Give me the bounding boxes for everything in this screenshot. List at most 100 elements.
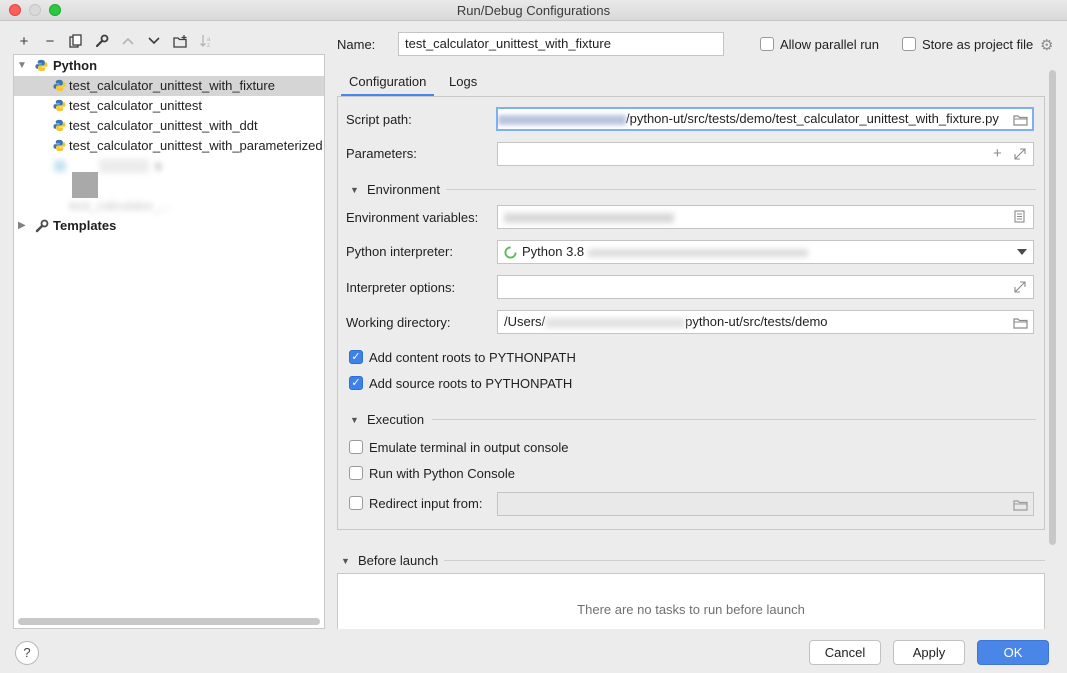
redirect-input-label: Redirect input from:	[369, 496, 483, 511]
folder-icon[interactable]	[1013, 317, 1028, 329]
title-bar: Run/Debug Configurations	[0, 0, 1067, 21]
section-divider	[432, 419, 1036, 420]
parameters-label: Parameters:	[346, 146, 417, 161]
window-title: Run/Debug Configurations	[456, 3, 611, 18]
collapse-arrow-icon[interactable]: ▼	[350, 415, 359, 425]
run-with-console-label: Run with Python Console	[369, 466, 515, 481]
add-icon[interactable]: +	[14, 31, 34, 51]
working-dir-prefix: /Users/	[504, 314, 546, 329]
minimize-window-button[interactable]	[29, 4, 41, 16]
move-down-icon[interactable]	[144, 31, 164, 51]
tab-logs[interactable]: Logs	[441, 72, 485, 97]
loading-spinner-icon	[504, 246, 517, 259]
move-up-icon[interactable]	[118, 31, 138, 51]
close-window-button[interactable]	[9, 4, 21, 16]
add-source-roots-label: Add source roots to PYTHONPATH	[369, 376, 573, 391]
horizontal-scrollbar[interactable]	[18, 618, 320, 625]
execution-section-title[interactable]: Execution	[367, 412, 424, 427]
tree-item-label: test_calculator_unittest_with_ddt	[69, 118, 258, 133]
tree-item-label: test_calculator_unittest_with_parameteri…	[69, 138, 323, 153]
allow-parallel-label: Allow parallel run	[780, 37, 879, 52]
add-source-roots-checkbox[interactable]: ✓	[349, 376, 363, 390]
python-icon	[53, 139, 66, 152]
tree-group-label: Templates	[53, 218, 117, 233]
env-vars-label: Environment variables:	[346, 210, 479, 225]
tab-configuration[interactable]: Configuration	[341, 72, 435, 97]
sort-icon[interactable]: az	[196, 31, 216, 51]
remove-icon[interactable]: −	[40, 31, 60, 51]
interpreter-options-label: Interpreter options:	[346, 280, 456, 295]
ok-button[interactable]: OK	[977, 640, 1049, 665]
add-content-roots-checkbox[interactable]: ✓	[349, 350, 363, 364]
interpreter-value: Python 3.8	[522, 244, 585, 259]
working-dir-input[interactable]: /Users/python-ut/src/tests/demo	[497, 310, 1034, 334]
tree-group-label: Python	[53, 58, 98, 73]
zoom-window-button[interactable]	[49, 4, 61, 16]
folder-icon[interactable]	[1013, 114, 1028, 126]
redacted-block	[99, 159, 149, 173]
env-vars-input[interactable]	[497, 205, 1034, 229]
run-debug-configurations-window: Run/Debug Configurations + − az ▼ Python	[0, 0, 1067, 673]
wrench-icon	[35, 219, 49, 233]
environment-section-title[interactable]: Environment	[367, 182, 440, 197]
vertical-scrollbar[interactable]	[1049, 70, 1056, 545]
tree-group-templates[interactable]: ▶ Templates	[14, 216, 324, 236]
tree-item-redacted[interactable]: test_calculator_...	[14, 196, 324, 216]
empty-tasks-text: There are no tasks to run before launch	[577, 602, 805, 617]
name-input[interactable]: test_calculator_unittest_with_fixture	[398, 32, 724, 56]
python-icon	[53, 119, 66, 132]
tree-item-config[interactable]: test_calculator_unittest	[14, 96, 324, 116]
working-dir-suffix: python-ut/src/tests/demo	[685, 314, 828, 329]
interpreter-select[interactable]: Python 3.8	[497, 240, 1034, 264]
tree-item-config[interactable]: test_calculator_unittest_with_parameteri…	[14, 136, 324, 156]
collapse-arrow-icon[interactable]: ▼	[350, 185, 359, 195]
python-icon	[53, 79, 66, 92]
folder-icon[interactable]	[1013, 499, 1028, 511]
tree-item-label: test_calculator_...	[69, 198, 171, 213]
working-dir-label: Working directory:	[346, 315, 451, 330]
section-divider	[446, 189, 1036, 190]
redacted-block	[498, 114, 626, 125]
allow-parallel-checkbox[interactable]	[760, 37, 774, 51]
new-folder-icon[interactable]	[170, 31, 190, 51]
store-project-file-label: Store as project file	[922, 37, 1034, 52]
script-path-input[interactable]: /python-ut/src/tests/demo/test_calculato…	[496, 107, 1034, 131]
tree-item-label: test_calculator_unittest	[69, 98, 202, 113]
run-with-console-checkbox[interactable]	[349, 466, 363, 480]
config-toolbar: + − az	[14, 30, 216, 52]
tree-item-redacted[interactable]: s	[14, 156, 324, 176]
wrench-icon[interactable]	[92, 31, 112, 51]
cancel-button[interactable]: Cancel	[809, 640, 881, 665]
tree-group-python[interactable]: ▼ Python	[14, 56, 324, 76]
chevron-down-icon[interactable]	[1017, 249, 1027, 256]
copy-icon[interactable]	[66, 31, 86, 51]
gear-icon[interactable]: ⚙	[1040, 36, 1053, 54]
collapse-arrow-icon[interactable]: ▶	[18, 216, 26, 236]
add-content-roots-label: Add content roots to PYTHONPATH	[369, 350, 576, 365]
emulate-terminal-label: Emulate terminal in output console	[369, 440, 569, 455]
collapse-arrow-icon[interactable]: ▼	[341, 556, 350, 566]
help-button[interactable]: ?	[15, 641, 39, 665]
store-project-file-checkbox[interactable]	[902, 37, 916, 51]
tree-item-config[interactable]: test_calculator_unittest_with_fixture	[14, 76, 324, 96]
python-icon	[54, 160, 66, 172]
section-divider	[444, 560, 1045, 561]
before-launch-section-title[interactable]: Before launch	[358, 553, 438, 568]
script-path-label: Script path:	[346, 112, 412, 127]
document-icon[interactable]	[1014, 210, 1025, 223]
expand-arrow-icon[interactable]: ▼	[17, 56, 27, 76]
add-icon[interactable]: +	[993, 145, 1002, 162]
emulate-terminal-checkbox[interactable]	[349, 440, 363, 454]
redirect-input-field[interactable]	[497, 492, 1034, 516]
interpreter-options-input[interactable]	[497, 275, 1034, 299]
before-launch-task-list[interactable]: There are no tasks to run before launch	[337, 573, 1045, 629]
redacted-block	[504, 212, 674, 223]
redirect-input-checkbox[interactable]	[349, 496, 363, 510]
tree-item-config[interactable]: test_calculator_unittest_with_ddt	[14, 116, 324, 136]
tree-item-label: test_calculator_unittest_with_fixture	[69, 78, 275, 93]
expand-icon[interactable]	[1014, 148, 1026, 160]
configuration-tree[interactable]: ▼ Python test_calculator_unittest_with_f…	[13, 54, 325, 629]
expand-icon[interactable]	[1014, 281, 1026, 293]
parameters-input[interactable]	[497, 142, 1034, 166]
apply-button[interactable]: Apply	[893, 640, 965, 665]
